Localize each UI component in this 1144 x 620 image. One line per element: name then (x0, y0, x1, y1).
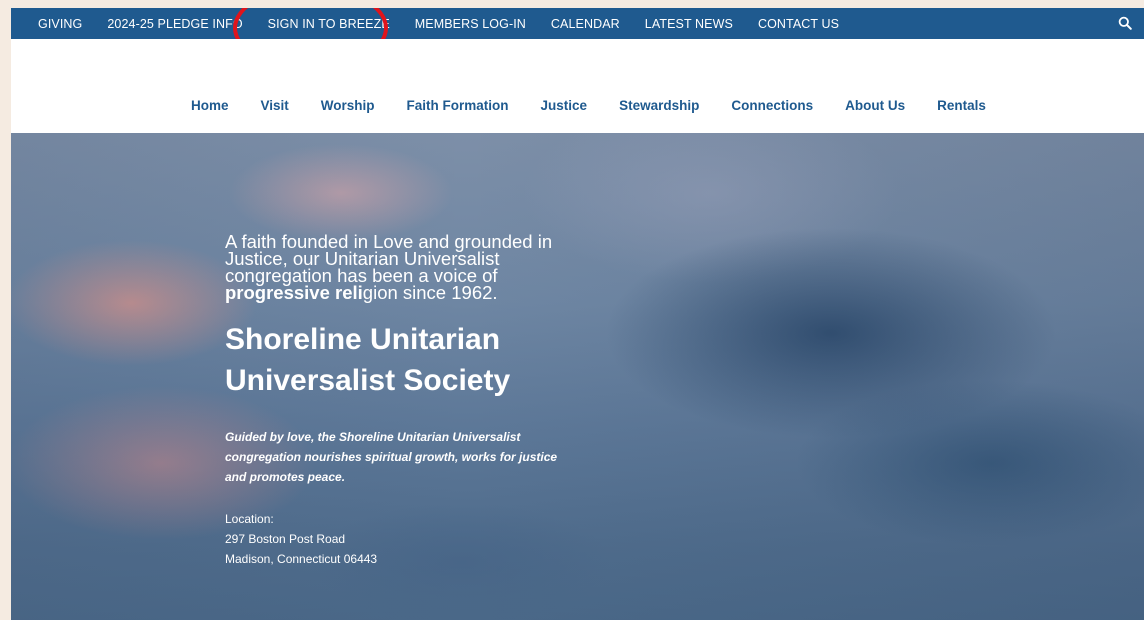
hero-banner: A faith founded in Love and grounded in … (11, 133, 1144, 620)
calendar-link[interactable]: CALENDAR (551, 17, 620, 31)
sign-in-breeze-link[interactable]: SIGN IN TO BREEZE (268, 17, 390, 31)
main-navigation: Home Visit Worship Faith Formation Justi… (11, 39, 1144, 133)
page-title: Shoreline Unitarian Universalist Society (225, 319, 605, 401)
nav-worship[interactable]: Worship (321, 98, 375, 113)
mission-statement: Guided by love, the Shoreline Unitarian … (225, 430, 558, 484)
nav-home[interactable]: Home (191, 98, 229, 113)
contact-us-link[interactable]: CONTACT US (758, 17, 839, 31)
hero-content: A faith founded in Love and grounded in … (225, 231, 605, 569)
search-icon[interactable] (1118, 16, 1132, 30)
tagline-text-1: A faith founded in Love and grounded in … (225, 231, 553, 286)
nav-faith-formation[interactable]: Faith Formation (407, 98, 509, 113)
latest-news-link[interactable]: LATEST NEWS (645, 17, 733, 31)
tagline-text-2: gion since 1962. (362, 282, 498, 303)
title-line-2: Universalist Society (225, 364, 511, 397)
tagline-bold: progressive reli (225, 282, 363, 303)
address-line-2: Madison, Connecticut 06443 (225, 552, 378, 566)
nav-justice[interactable]: Justice (541, 98, 588, 113)
browser-page: GIVING 2024-25 PLEDGE INFO SIGN IN TO BR… (11, 8, 1144, 620)
address-line-1: 297 Boston Post Road (225, 532, 346, 546)
giving-link[interactable]: GIVING (38, 17, 82, 31)
members-login-link[interactable]: MEMBERS LOG-IN (415, 17, 526, 31)
hero-tagline: A faith founded in Love and grounded in … (225, 231, 585, 303)
nav-about-us[interactable]: About Us (845, 98, 905, 113)
location-block: Location: 297 Boston Post Road Madison, … (225, 509, 605, 569)
nav-rentals[interactable]: Rentals (937, 98, 986, 113)
nav-connections[interactable]: Connections (731, 98, 813, 113)
nav-stewardship[interactable]: Stewardship (619, 98, 699, 113)
nav-visit[interactable]: Visit (261, 98, 289, 113)
utility-bar: GIVING 2024-25 PLEDGE INFO SIGN IN TO BR… (11, 8, 1144, 39)
pledge-info-link[interactable]: 2024-25 PLEDGE INFO (107, 17, 242, 31)
location-label: Location: (225, 512, 274, 526)
title-line-1: Shoreline Unitarian (225, 323, 501, 356)
utility-links: GIVING 2024-25 PLEDGE INFO SIGN IN TO BR… (11, 8, 864, 39)
